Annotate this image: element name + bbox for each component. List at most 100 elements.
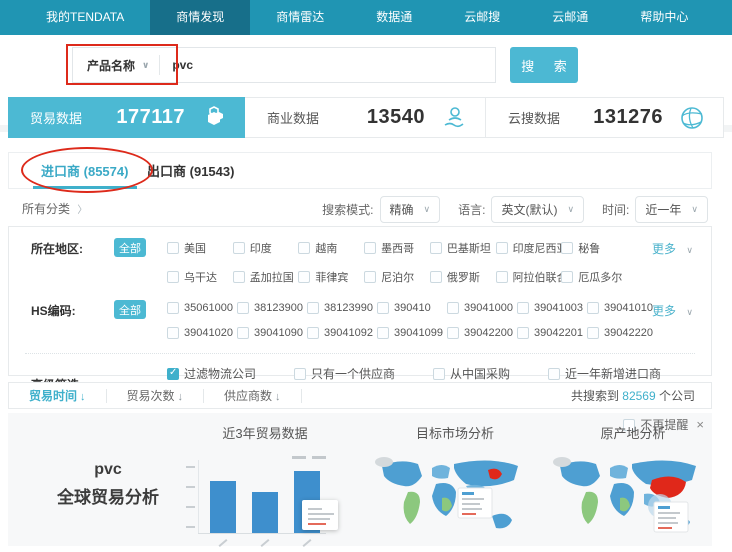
hscode-option[interactable]: 39041000 (447, 302, 517, 314)
checkbox[interactable] (561, 271, 573, 283)
advanced-option-new-importers[interactable]: 近一年新增进口商 (548, 365, 661, 382)
checkbox[interactable] (233, 242, 245, 254)
nav-item-cloudmail[interactable]: 云邮通 (526, 0, 614, 35)
result-count-text: 共搜索到 82569 个公司 (571, 387, 711, 404)
origin-analysis-thumbnail[interactable]: 原产地分析 (548, 423, 718, 551)
time-select[interactable]: 近一年 ∨ (635, 196, 708, 223)
search-mode-label: 搜索模式: (322, 201, 373, 218)
checkbox[interactable] (430, 242, 442, 254)
stat-cloud-data[interactable]: 云搜数据 131276 (486, 97, 724, 138)
hscode-option[interactable]: 39042200 (447, 327, 517, 339)
region-option[interactable]: 俄罗斯 (430, 269, 496, 285)
region-option[interactable]: 尼泊尔 (364, 269, 430, 285)
search-input[interactable]: pvc (160, 58, 193, 72)
region-option[interactable]: 印度尼西亚 (496, 240, 562, 256)
checkbox[interactable] (167, 327, 179, 339)
checkbox[interactable] (433, 368, 445, 380)
checkbox[interactable] (377, 327, 389, 339)
hscode-option[interactable]: 39041003 (517, 302, 587, 314)
region-option[interactable]: 墨西哥 (364, 240, 430, 256)
caret-down-icon: ∨ (686, 307, 693, 317)
checkbox[interactable] (561, 242, 573, 254)
region-option[interactable]: 乌干达 (167, 269, 233, 285)
tab-importers[interactable]: 进口商 (85574) (41, 153, 128, 190)
checkbox[interactable] (167, 242, 179, 254)
sort-trade-count[interactable]: 贸易次数↓ (107, 387, 204, 404)
checkbox-checked[interactable] (167, 368, 179, 380)
advanced-option-filter-logistics[interactable]: 过滤物流公司 (167, 365, 256, 382)
sort-supplier-count[interactable]: 供应商数↓ (204, 387, 301, 404)
checkbox[interactable] (237, 327, 249, 339)
stat-trade-data[interactable]: 贸易数据 177117 (8, 97, 245, 138)
stat-business-data[interactable]: 商业数据 13540 (245, 97, 486, 138)
hscode-option[interactable]: 39042201 (517, 327, 587, 339)
checkbox[interactable] (307, 302, 319, 314)
checkbox[interactable] (447, 302, 459, 314)
checkbox[interactable] (587, 327, 599, 339)
region-option[interactable]: 巴基斯坦 (430, 240, 496, 256)
hscode-option[interactable]: 39041020 (167, 327, 237, 339)
checkbox[interactable] (548, 368, 560, 380)
checkbox[interactable] (167, 271, 179, 283)
region-option[interactable]: 厄瓜多尔 (561, 269, 627, 285)
checkbox[interactable] (447, 327, 459, 339)
bar-year-2 (252, 492, 278, 533)
checkbox[interactable] (233, 271, 245, 283)
search-field-select[interactable]: 产品名称 ∨ (73, 57, 159, 74)
hscode-option[interactable]: 39041010 (587, 302, 657, 314)
region-option[interactable]: 阿拉伯联合... (496, 269, 562, 285)
tab-exporters[interactable]: 出口商 (91543) (147, 153, 234, 190)
nav-item-cloudmail-search[interactable]: 云邮搜 (438, 0, 526, 35)
hscode-option[interactable]: 390410 (377, 302, 447, 314)
nav-item-discovery[interactable]: 商情发现 (150, 0, 250, 35)
region-more-link[interactable]: 更多 ∨ (652, 240, 693, 257)
active-tab-underline (33, 186, 137, 189)
checkbox[interactable] (364, 271, 376, 283)
hscode-option[interactable]: 39042220 (587, 327, 657, 339)
checkbox[interactable] (307, 327, 319, 339)
checkbox[interactable] (496, 271, 508, 283)
region-all-button[interactable]: 全部 (114, 238, 146, 257)
checkbox[interactable] (517, 302, 529, 314)
region-option[interactable]: 菲律宾 (298, 269, 364, 285)
hscode-option[interactable]: 35061000 (167, 302, 237, 314)
nav-item-my-tendata[interactable]: 我的TENDATA (20, 0, 150, 35)
trade-3yr-thumbnail[interactable]: 近3年贸易数据 (180, 423, 350, 548)
checkbox[interactable] (496, 242, 508, 254)
checkbox[interactable] (377, 302, 389, 314)
checkbox[interactable] (430, 271, 442, 283)
hscode-option[interactable]: 39041092 (307, 327, 377, 339)
hscode-more-link[interactable]: 更多 ∨ (652, 302, 693, 319)
hscode-option[interactable]: 39041099 (377, 327, 447, 339)
hscode-option[interactable]: 39041090 (237, 327, 307, 339)
checkbox[interactable] (364, 242, 376, 254)
result-count: 82569 (622, 389, 655, 403)
checkbox[interactable] (167, 302, 179, 314)
checkbox[interactable] (237, 302, 249, 314)
hscode-option[interactable]: 38123900 (237, 302, 307, 314)
hscode-all-button[interactable]: 全部 (114, 300, 146, 319)
region-option[interactable]: 孟加拉国 (233, 269, 299, 285)
search-mode-select[interactable]: 精确 ∨ (380, 196, 441, 223)
checkbox[interactable] (587, 302, 599, 314)
search-button[interactable]: 搜 索 (510, 47, 578, 83)
checkbox[interactable] (294, 368, 306, 380)
nav-item-help[interactable]: 帮助中心 (614, 0, 714, 35)
advanced-option-buy-from-china[interactable]: 从中国采购 (433, 365, 510, 382)
region-option[interactable]: 越南 (298, 240, 364, 256)
language-select[interactable]: 英文(默认) ∨ (491, 196, 584, 223)
hscode-option[interactable]: 38123990 (307, 302, 377, 314)
region-option[interactable]: 印度 (233, 240, 299, 256)
region-option[interactable]: 秘鲁 (561, 240, 627, 256)
target-market-thumbnail[interactable]: 目标市场分析 (370, 423, 540, 551)
all-categories-link[interactable]: 所有分类 〉 (22, 200, 87, 217)
sort-trade-time[interactable]: 贸易时间↓ (9, 387, 106, 404)
option-label: 印度尼西亚 (513, 240, 562, 256)
checkbox[interactable] (517, 327, 529, 339)
region-option[interactable]: 美国 (167, 240, 233, 256)
checkbox[interactable] (298, 271, 310, 283)
advanced-option-single-supplier[interactable]: 只有一个供应商 (294, 365, 395, 382)
nav-item-radar[interactable]: 商情雷达 (250, 0, 350, 35)
checkbox[interactable] (298, 242, 310, 254)
nav-item-datalink[interactable]: 数据通 (350, 0, 438, 35)
